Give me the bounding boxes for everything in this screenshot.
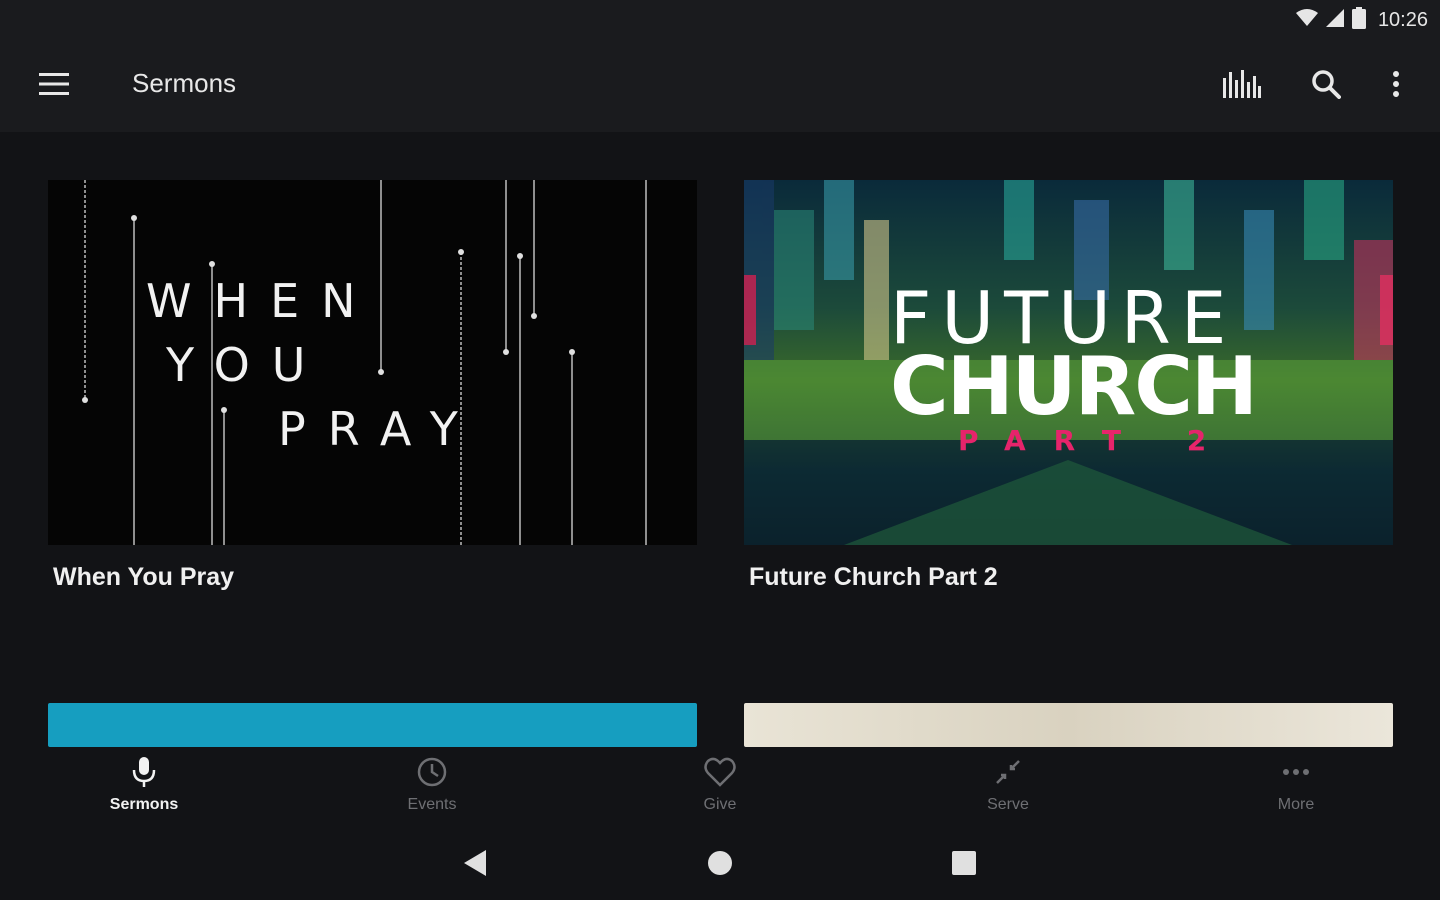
system-navigation-bar <box>0 827 1440 900</box>
sermon-title: Future Church Part 2 <box>749 563 998 591</box>
equalizer-icon <box>1223 69 1261 103</box>
menu-button[interactable] <box>30 66 78 106</box>
overflow-menu-icon <box>1392 70 1400 103</box>
clock-icon <box>417 757 447 792</box>
search-icon <box>1311 69 1341 104</box>
search-button[interactable] <box>1302 62 1350 110</box>
artwork-text-line: PART 2 <box>958 424 1235 457</box>
status-time: 10:26 <box>1377 8 1428 31</box>
recents-icon <box>952 850 976 880</box>
status-bar: 10:26 <box>0 0 1440 40</box>
home-icon <box>707 850 733 881</box>
sermon-card-partial[interactable] <box>48 703 697 747</box>
nav-label: More <box>1277 796 1315 813</box>
artwork-lines <box>82 180 647 545</box>
back-icon <box>464 849 488 881</box>
sermon-card-partial[interactable] <box>744 703 1393 747</box>
nav-item-serve[interactable]: Serve <box>864 747 1152 827</box>
nav-item-give[interactable]: Give <box>576 747 864 827</box>
nav-label: Events <box>407 796 457 813</box>
heart-icon <box>704 757 736 792</box>
nav-item-sermons[interactable]: Sermons <box>0 747 288 827</box>
artwork-text-line: YOU <box>166 338 328 392</box>
cellular-signal-icon <box>1325 8 1344 32</box>
menu-icon <box>39 72 69 100</box>
wifi-icon <box>1295 8 1318 32</box>
sermon-grid: WHEN YOU PRAY When You Pray FUTURE CHURC… <box>0 132 1440 747</box>
microphone-icon <box>131 757 157 792</box>
sermon-artwork: FUTURE CHURCH PART 2 <box>744 180 1393 545</box>
nav-label: Serve <box>987 796 1029 813</box>
overflow-menu-button[interactable] <box>1372 62 1420 110</box>
more-dots-icon <box>1281 757 1311 792</box>
sermon-artwork: WHEN YOU PRAY <box>48 180 697 545</box>
artwork-text-line: WHEN <box>146 274 378 328</box>
nav-item-more[interactable]: More <box>1152 747 1440 827</box>
page-title: Sermons <box>132 68 237 98</box>
equalizer-button[interactable] <box>1218 62 1266 110</box>
sermon-card[interactable]: FUTURE CHURCH PART 2 Future Church Part … <box>744 180 1393 592</box>
nav-label: Give <box>703 796 737 813</box>
nav-item-events[interactable]: Events <box>288 747 576 827</box>
collapse-arrows-icon <box>993 757 1023 792</box>
sermon-title: When You Pray <box>53 563 235 591</box>
status-icons: 10:26 <box>1295 6 1428 34</box>
nav-label: Sermons <box>109 796 179 813</box>
app-bar: Sermons <box>0 40 1440 132</box>
back-button[interactable] <box>452 845 500 885</box>
sermon-card[interactable]: WHEN YOU PRAY When You Pray <box>48 180 697 592</box>
battery-icon <box>1351 6 1366 34</box>
recents-button[interactable] <box>940 845 988 885</box>
artwork-text-line: PRAY <box>278 402 480 456</box>
artwork-text-line: CHURCH <box>890 340 1258 433</box>
bottom-navigation: Sermons Events Give Serve More <box>0 747 1440 827</box>
home-button[interactable] <box>696 845 744 885</box>
